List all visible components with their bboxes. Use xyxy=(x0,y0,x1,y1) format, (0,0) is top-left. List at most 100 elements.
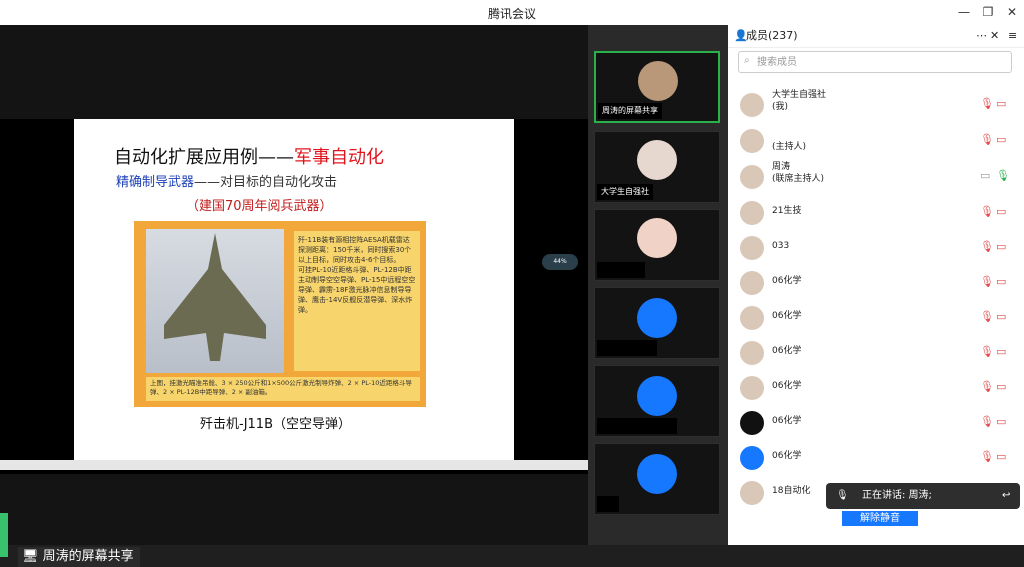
tile-label: 大学生自强社 xyxy=(597,184,653,200)
member-row[interactable]: 06化学 🎙 ▭ xyxy=(738,267,1016,297)
tile-label xyxy=(597,340,657,356)
presentation-slide: 自动化扩展应用例——军事自动化 精确制导武器——对目标的自动化攻击 （建国70周… xyxy=(74,119,514,464)
avatar xyxy=(740,271,764,295)
member-name: 21生技 xyxy=(772,206,802,216)
member-name: 033 xyxy=(772,241,790,251)
search-icon: ⌕ xyxy=(744,55,750,66)
avatar xyxy=(740,236,764,260)
tile-label xyxy=(597,496,619,512)
avatar xyxy=(637,454,677,494)
avatar xyxy=(740,306,764,330)
member-name: 大学生自强社 xyxy=(772,90,827,100)
mic-active-icon[interactable]: 🎙 xyxy=(996,169,1010,182)
aircraft-figure: 歼-11B装有源相控阵AESA机载雷达 探测距离：150千米，同时搜索30个以上… xyxy=(134,221,426,407)
avatar xyxy=(740,201,764,225)
slide-title-highlight: 军事自动化 xyxy=(294,147,384,168)
avatar xyxy=(740,411,764,435)
members-count: 成员(237) xyxy=(746,29,798,42)
member-row[interactable]: 周涛 (联席主持人) ▭ 🎙 xyxy=(738,161,1016,191)
member-row[interactable]: (主持人) 🎙 ▭ xyxy=(738,125,1016,155)
member-search-input[interactable]: 搜索成员 xyxy=(738,51,1012,73)
speaking-text: 正在讲话: 周涛; xyxy=(862,490,932,501)
tile-label xyxy=(597,262,645,278)
restore-icon[interactable]: ❐ xyxy=(980,4,996,20)
slide-subtitle: 精确制导武器——对目标的自动化攻击 xyxy=(116,171,337,190)
title-bar: 腾讯会议 — ❐ ✕ xyxy=(0,0,1024,26)
video-tile[interactable] xyxy=(594,287,720,359)
member-row[interactable]: 06化学 🎙 ▭ xyxy=(738,442,1016,472)
avatar xyxy=(637,218,677,258)
avatar xyxy=(740,446,764,470)
camera-off-icon[interactable]: ▭ xyxy=(996,345,1006,358)
member-row[interactable]: 大学生自强社 (我) 🎙 ▭ xyxy=(738,89,1016,119)
video-tile[interactable]: 周涛的屏幕共享 xyxy=(594,51,720,123)
slide-caption: 歼击机-J11B（空空导弹） xyxy=(200,417,351,432)
avatar xyxy=(637,140,677,180)
audio-level-bar xyxy=(0,513,8,557)
member-row[interactable]: 06化学 🎙 ▭ xyxy=(738,407,1016,437)
mic-muted-icon[interactable]: 🎙 xyxy=(980,310,994,323)
video-tile[interactable] xyxy=(594,365,720,437)
member-name: 周涛 xyxy=(772,162,791,172)
window-title: 腾讯会议 xyxy=(487,7,536,21)
mic-muted-icon[interactable]: 🎙 xyxy=(980,240,994,253)
camera-off-icon[interactable]: ▭ xyxy=(996,450,1006,463)
tile-label: 周涛的屏幕共享 xyxy=(598,103,662,119)
mic-muted-icon[interactable]: 🎙 xyxy=(980,380,994,393)
camera-off-icon[interactable]: ▭ xyxy=(996,310,1006,323)
close-icon[interactable]: ✕ xyxy=(1004,4,1020,20)
mic-muted-icon[interactable]: 🎙 xyxy=(980,275,994,288)
camera-off-icon[interactable]: ▭ xyxy=(996,415,1006,428)
mic-muted-icon[interactable]: 🎙 xyxy=(980,97,994,110)
mic-muted-icon[interactable]: 🎙 xyxy=(980,133,994,146)
member-name: 06化学 xyxy=(772,381,802,391)
mic-muted-icon[interactable]: 🎙 xyxy=(980,345,994,358)
remote-taskbar xyxy=(0,460,588,470)
minimize-icon[interactable]: — xyxy=(956,4,972,20)
mic-muted-icon[interactable]: 🎙 xyxy=(980,450,994,463)
avatar xyxy=(740,129,764,153)
slide-subtitle-main: 精确制导武器 xyxy=(116,175,195,190)
video-tile[interactable] xyxy=(594,443,720,515)
mic-muted-icon[interactable]: 🎙 xyxy=(980,205,994,218)
avatar xyxy=(637,298,677,338)
member-row[interactable]: 06化学 🎙 ▭ xyxy=(738,337,1016,367)
members-header: 👤 成员(237) ⋯ ✕ ≡ xyxy=(728,25,1024,48)
member-row[interactable]: 033 🎙 ▭ xyxy=(738,232,1016,262)
avatar xyxy=(638,61,678,101)
share-label-text: 周涛的屏幕共享 xyxy=(42,549,134,564)
member-name: 06化学 xyxy=(772,346,802,356)
member-name: 18自动化 xyxy=(772,486,811,496)
reply-icon[interactable]: ↩ xyxy=(1002,483,1010,509)
menu-icon[interactable]: ≡ xyxy=(1008,25,1017,47)
unmute-button[interactable]: 解除静音 xyxy=(842,511,918,526)
camera-off-icon[interactable]: ▭ xyxy=(996,275,1006,288)
member-row[interactable]: 21生技 🎙 ▭ xyxy=(738,197,1016,227)
aircraft-photo xyxy=(146,229,284,373)
mic-muted-icon[interactable]: 🎙 xyxy=(980,415,994,428)
slide-subtitle-rest: ——对目标的自动化攻击 xyxy=(194,175,338,190)
slide-title-main: 自动化扩展应用例—— xyxy=(114,147,294,168)
camera-off-icon[interactable]: ▭ xyxy=(996,205,1006,218)
video-panel: 周涛的屏幕共享 大学生自强社 xyxy=(588,25,728,545)
member-role: (我) xyxy=(772,102,789,112)
video-tile[interactable]: 大学生自强社 xyxy=(594,131,720,203)
camera-off-icon[interactable]: ▭ xyxy=(996,97,1006,110)
camera-off-icon[interactable]: ▭ xyxy=(996,133,1006,146)
speaking-indicator: 🎙 正在讲话: 周涛; ↩ xyxy=(826,483,1020,509)
avatar xyxy=(740,341,764,365)
avatar xyxy=(637,376,677,416)
member-row[interactable]: 06化学 🎙 ▭ xyxy=(738,302,1016,332)
video-tile[interactable] xyxy=(594,209,720,281)
member-name: 06化学 xyxy=(772,311,802,321)
camera-off-icon[interactable]: ▭ xyxy=(996,380,1006,393)
cpu-badge: 44% xyxy=(542,254,578,270)
member-role: (主持人) xyxy=(772,142,807,152)
more-icon[interactable]: ⋯ xyxy=(976,25,987,47)
camera-off-icon[interactable]: ▭ xyxy=(996,240,1006,253)
close-panel-icon[interactable]: ✕ xyxy=(990,25,999,47)
avatar xyxy=(740,376,764,400)
member-name: 06化学 xyxy=(772,416,802,426)
members-panel: 👤 成员(237) ⋯ ✕ ≡ 搜索成员 ⌕ 大学生自强社 (我) 🎙 ▭ (主… xyxy=(728,25,1024,545)
member-row[interactable]: 06化学 🎙 ▭ xyxy=(738,372,1016,402)
